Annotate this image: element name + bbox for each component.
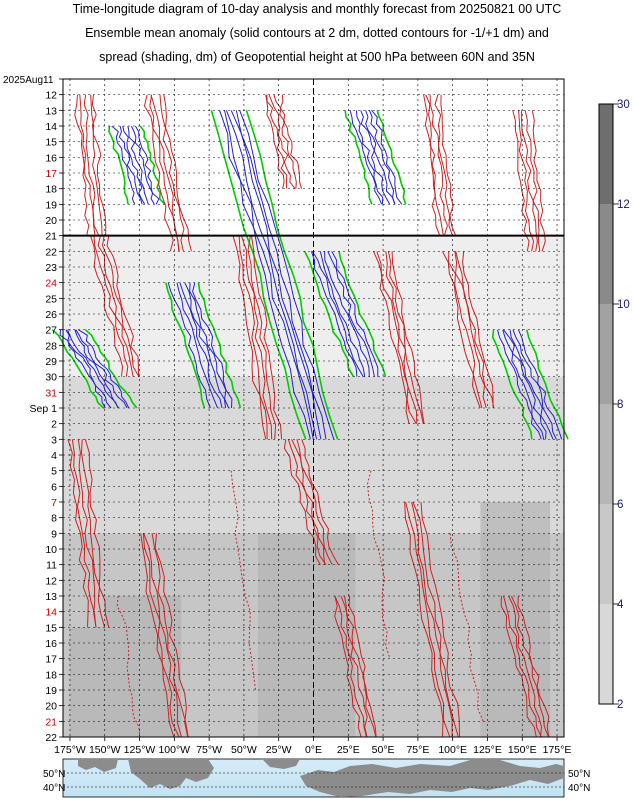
x-tick-label: 100°W	[158, 744, 190, 756]
y-tick-label: 18	[45, 669, 57, 681]
colorbar-tick-label: 6	[617, 499, 623, 511]
map-lat-label-50n-left: 50°N	[43, 769, 65, 780]
colorbar-tick-label: 12	[617, 199, 630, 211]
y-tick-label: 23	[45, 262, 57, 274]
spread-patch-0	[104, 596, 182, 737]
x-tick-label: 75°E	[406, 744, 429, 756]
x-tick-label: 175°E	[543, 744, 572, 756]
y-tick-label: 19	[45, 199, 57, 211]
x-tick-label: 125°W	[124, 744, 156, 756]
colorbar-segment-2	[599, 304, 613, 404]
y-tick-label: 7	[51, 497, 57, 509]
x-tick-label: 0°E	[305, 744, 322, 756]
y-tick-label: 14	[45, 607, 57, 619]
y-tick-label: 13	[45, 591, 57, 603]
colorbar-tick-label: 8	[617, 399, 623, 411]
latitude-band-map: 50°N 40°N 50°N 40°N	[43, 758, 590, 798]
y-tick-label: 11	[46, 560, 57, 572]
y-tick-label: 14	[45, 121, 57, 133]
x-tick-label: 175°W	[54, 744, 86, 756]
colorbar-segment-5	[599, 604, 613, 704]
spread-patch-3	[69, 627, 105, 737]
x-tick-label: 125°E	[473, 744, 502, 756]
x-tick-label: 150°E	[508, 744, 537, 756]
y-tick-label: 17	[45, 168, 57, 180]
y-tick-label: 16	[45, 638, 57, 650]
spread-patch-1	[257, 533, 356, 737]
x-tick-label: 100°E	[438, 744, 467, 756]
colorbar-tick-label: 2	[617, 699, 623, 711]
colorbar-segment-3	[599, 404, 613, 504]
x-tick-label: 50°E	[372, 744, 395, 756]
y-tick-label: 6	[51, 481, 57, 493]
y-axis-ticks: 2025Aug111213141516171819202122232425262…	[3, 75, 63, 744]
map-lat-label-40n-right: 40°N	[568, 783, 590, 794]
x-axis-ticks: 175°W 150°W 125°W 100°W 75°W 50°W 25°W 0°E 25°E 5…	[54, 737, 571, 756]
colorbar-tick-label: 4	[617, 599, 624, 611]
y-tick-label: 9	[51, 528, 57, 540]
x-tick-label: 25°E	[337, 744, 360, 756]
map-lat-label-40n-left: 40°N	[43, 783, 65, 794]
map-lat-label-50n-right: 50°N	[568, 769, 590, 780]
y-tick-label: 22	[45, 246, 57, 258]
y-tick-label: 2025Aug11	[3, 75, 54, 86]
y-tick-label: 20	[45, 215, 57, 227]
time-longitude-chart: 2025Aug111213141516171819202122232425262…	[3, 75, 630, 798]
y-tick-label: 21	[45, 716, 57, 728]
y-tick-label: 2	[51, 419, 57, 431]
y-tick-label: 29	[45, 356, 57, 368]
y-tick-label: 25	[45, 293, 57, 305]
y-tick-label: 5	[51, 466, 57, 478]
colorbar-tick-label: 30	[617, 99, 630, 111]
colorbar-segment-0	[599, 104, 613, 204]
y-tick-label: 22	[45, 732, 57, 744]
y-tick-label: 21	[45, 231, 57, 243]
y-tick-label: Sep 1	[30, 403, 58, 415]
x-tick-label: 150°W	[89, 744, 121, 756]
y-tick-label: 17	[45, 654, 57, 666]
colorbar-segment-1	[599, 204, 613, 304]
x-tick-label: 50°W	[231, 744, 257, 756]
y-tick-label: 8	[51, 513, 57, 525]
y-tick-label: 15	[45, 137, 57, 149]
y-tick-label: 28	[45, 340, 57, 352]
y-tick-label: 19	[45, 685, 57, 697]
y-tick-label: 13	[45, 105, 57, 117]
colorbar: 30 12 10 8 6 4 2	[598, 99, 630, 711]
colorbar-tick-label: 10	[617, 299, 630, 311]
y-tick-label: 30	[45, 372, 57, 384]
y-tick-label: 26	[45, 309, 57, 321]
y-tick-label: 18	[45, 184, 57, 196]
y-tick-label: 16	[45, 152, 57, 164]
y-tick-label: 12	[45, 90, 57, 102]
y-tick-label: 12	[45, 575, 57, 587]
y-tick-label: 27	[45, 325, 57, 337]
y-tick-label: 15	[45, 622, 57, 634]
x-tick-label: 75°W	[196, 744, 222, 756]
colorbar-segment-4	[599, 504, 613, 604]
y-tick-label: 4	[51, 450, 57, 462]
y-tick-label: 20	[45, 701, 57, 713]
x-tick-label: 25°W	[266, 744, 292, 756]
y-tick-label: 31	[45, 387, 57, 399]
y-tick-label: 10	[45, 544, 57, 556]
y-tick-label: 3	[51, 434, 57, 446]
y-tick-label: 24	[45, 278, 57, 290]
